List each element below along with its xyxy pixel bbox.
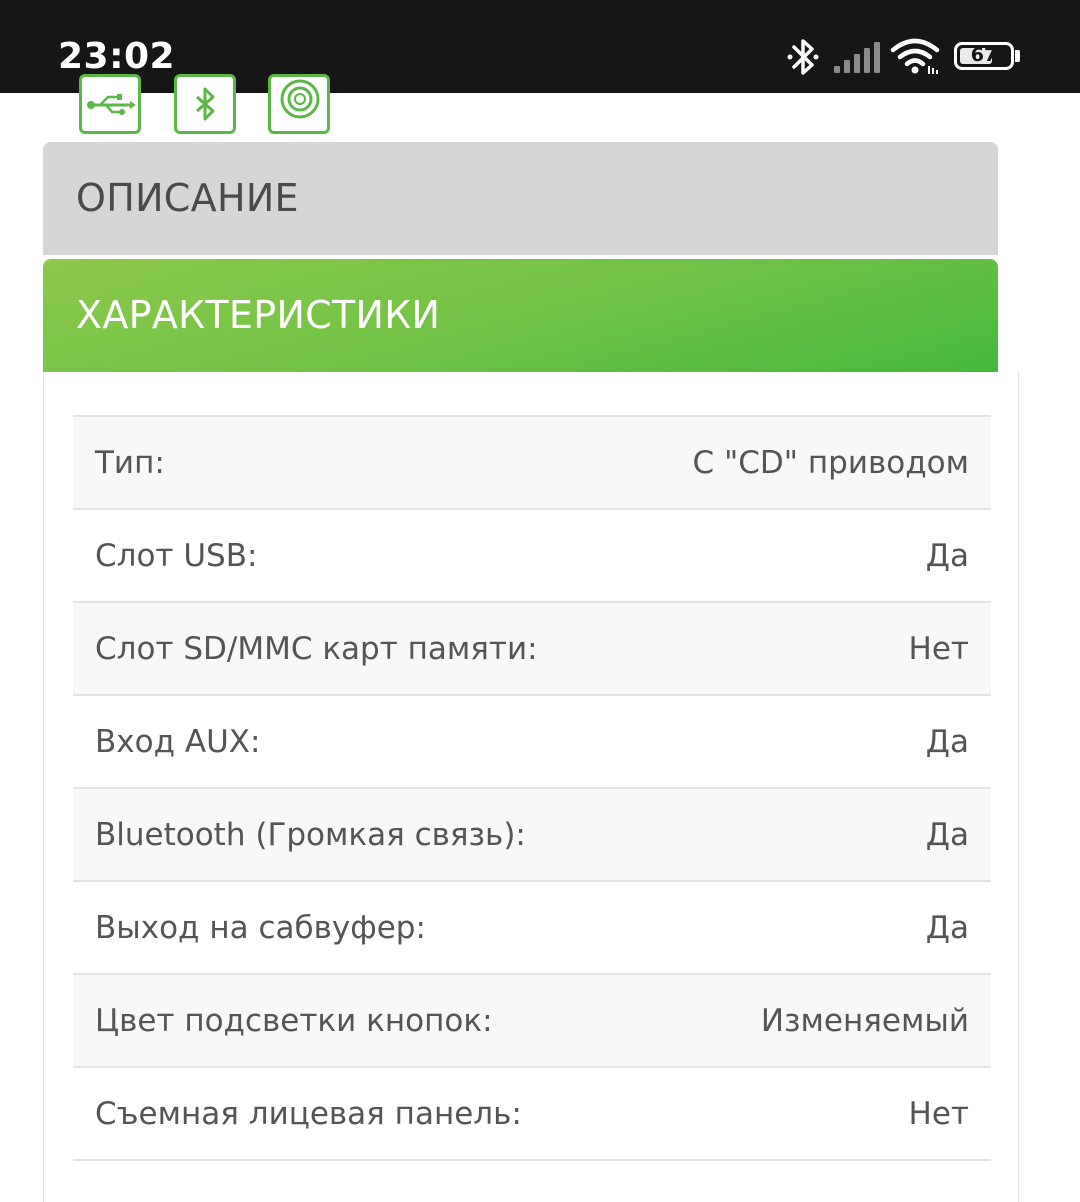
wifi-icon (890, 38, 940, 80)
table-row: Тип: С "CD" приводом (73, 417, 991, 510)
battery-cap (1015, 50, 1020, 62)
spec-value: Да (925, 537, 969, 574)
spec-value: Нет (908, 630, 969, 667)
spec-label: Слот USB: (95, 537, 258, 574)
battery-level: 67 (970, 44, 998, 66)
table-row: Слот USB: Да (73, 510, 991, 603)
table-row: Цвет подсветки кнопок: Изменяемый (73, 975, 991, 1068)
spec-value: С "CD" приводом (692, 444, 969, 481)
bluetooth-icon (786, 36, 820, 82)
status-time: 23:02 (58, 36, 176, 77)
spec-value: Нет (908, 1095, 969, 1132)
table-row: Слот SD/MMC карт памяти: Нет (73, 603, 991, 696)
spec-value: Да (925, 816, 969, 853)
cellular-signal-icon (832, 40, 880, 78)
usb-icon[interactable] (79, 74, 141, 134)
bluetooth-feature-icon[interactable] (174, 74, 236, 134)
table-row: Вход AUX: Да (73, 696, 991, 789)
tab-specs[interactable]: ХАРАКТЕРИСТИКИ (43, 259, 998, 372)
table-row: Выход на сабвуфер: Да (73, 882, 991, 975)
spec-label: Съемная лицевая панель: (95, 1095, 522, 1132)
spec-label: Цвет подсветки кнопок: (95, 1002, 493, 1039)
speaker-icon[interactable] (268, 74, 330, 134)
spec-label: Выход на сабвуфер: (95, 909, 426, 946)
spec-label: Слот SD/MMC карт памяти: (95, 630, 538, 667)
table-row: Bluetooth (Громкая связь): Да (73, 789, 991, 882)
battery-icon: 67 (954, 42, 1014, 70)
table-row: Съемная лицевая панель: Нет (73, 1068, 991, 1161)
tab-description[interactable]: ОПИСАНИЕ (43, 142, 998, 255)
spec-value: Да (925, 723, 969, 760)
spec-value: Изменяемый (760, 1002, 969, 1039)
spec-label: Тип: (95, 444, 165, 481)
spec-label: Bluetooth (Громкая связь): (95, 816, 526, 853)
specs-table: Тип: С "CD" приводом Слот USB: Да Слот S… (73, 415, 991, 1161)
spec-value: Да (925, 909, 969, 946)
spec-label: Вход AUX: (95, 723, 261, 760)
status-bar: 23:02 67 (0, 0, 1080, 93)
